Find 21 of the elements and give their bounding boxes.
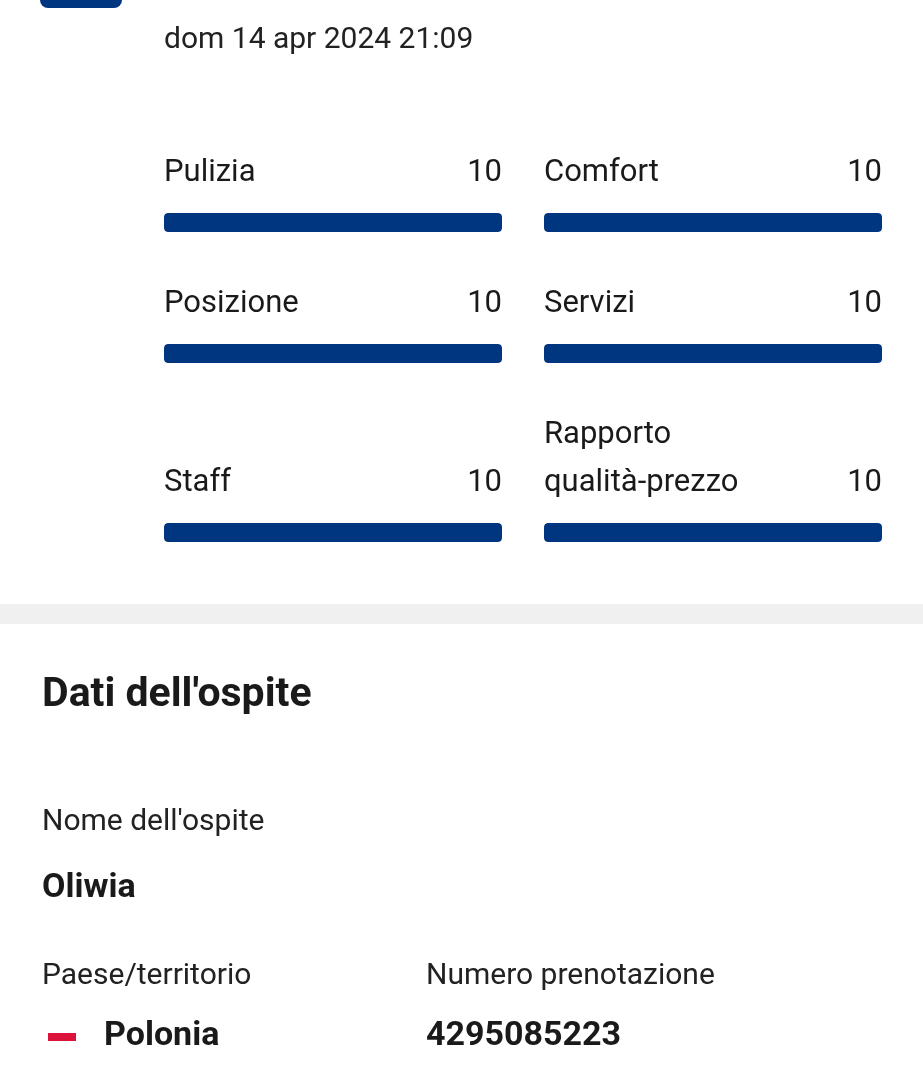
review-date: dom 14 apr 2024 21:09 (164, 20, 475, 55)
rating-score: 10 (467, 151, 502, 191)
rating-label: Comfort (544, 151, 659, 191)
field-label: Numero prenotazione (426, 955, 715, 993)
rating-label: Servizi (544, 282, 636, 322)
rating-score: 10 (847, 151, 882, 191)
rating-score: 10 (847, 282, 882, 322)
field-value: 4295085223 (426, 1012, 623, 1055)
section-title: Dati dell'ospite (42, 667, 313, 718)
rating-score: 10 (467, 461, 502, 501)
rating-score: 10 (467, 282, 502, 322)
flag-icon (48, 1033, 76, 1041)
rating-label: Staff (164, 461, 231, 501)
field-label: Nome dell'ospite (42, 801, 266, 839)
field-value: Polonia (104, 1012, 220, 1055)
rating-label: Rapporto qualità-prezzo (544, 413, 740, 501)
rating-label: Pulizia (164, 151, 256, 191)
field-label: Paese/territorio (42, 955, 253, 993)
rating-score: 10 (847, 461, 882, 501)
rating-label: Posizione (164, 282, 299, 322)
field-value: Oliwia (42, 864, 137, 907)
